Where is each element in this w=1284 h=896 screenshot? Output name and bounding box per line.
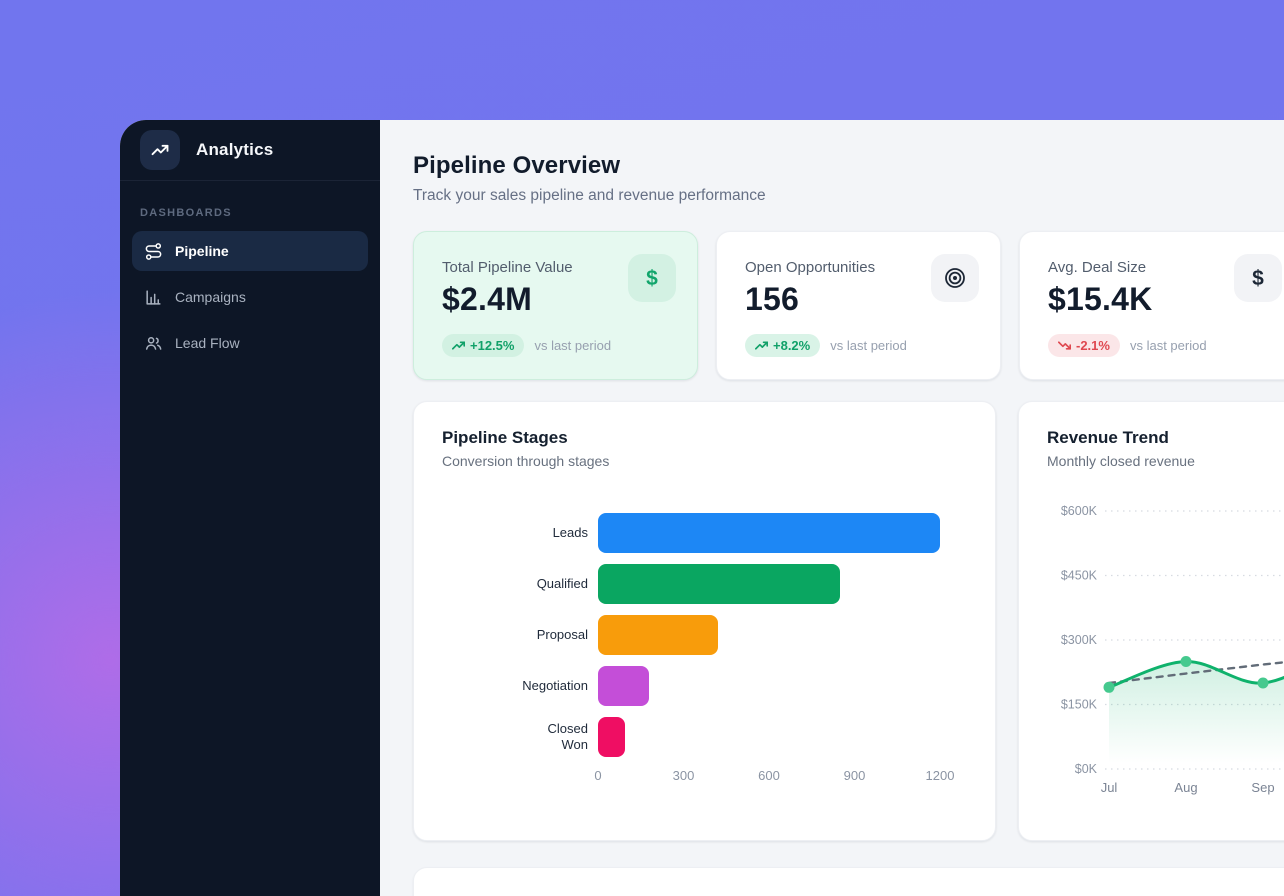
- y-axis-tick-label: $0K: [1075, 762, 1098, 776]
- stat-card-total-pipeline-value: Total Pipeline Value $2.4M +12.5% vs las…: [413, 231, 698, 380]
- bar-category-label: Closed Won: [518, 721, 588, 754]
- x-axis-tick: 900: [844, 768, 866, 783]
- bar-chart-icon: [144, 288, 163, 307]
- x-axis-tick: 1200: [926, 768, 955, 783]
- bar-negotiation: [598, 666, 649, 706]
- sidebar-nav: DASHBOARDS Pipeline Campaigns: [120, 181, 380, 363]
- bar-category-label: Proposal: [518, 627, 588, 643]
- bar-row: Negotiation: [518, 666, 967, 706]
- trending-down-icon: [1058, 340, 1071, 351]
- sidebar-item-pipeline[interactable]: Pipeline: [132, 231, 368, 271]
- bar-row: Leads: [518, 513, 967, 553]
- x-axis-tick: 0: [594, 768, 601, 783]
- bottom-card-partial: [413, 867, 1284, 896]
- stat-card-avg-deal-size: Avg. Deal Size $15.4K -2.1% vs last peri…: [1019, 231, 1284, 380]
- dollar-icon: $: [1234, 254, 1282, 302]
- page-subtitle: Track your sales pipeline and revenue pe…: [413, 187, 1284, 205]
- change-badge: -2.1%: [1048, 334, 1120, 357]
- y-axis-tick-label: $450K: [1061, 569, 1098, 583]
- charts-row: Pipeline Stages Conversion through stage…: [413, 401, 1284, 841]
- x-axis-month-label: Aug: [1174, 780, 1197, 795]
- area-fill: [1109, 649, 1284, 769]
- bar-category-label: Qualified: [518, 576, 588, 592]
- nav-section-label: DASHBOARDS: [132, 191, 368, 231]
- bar-proposal: [598, 615, 718, 655]
- chart-subtitle: Conversion through stages: [442, 453, 967, 469]
- y-axis-tick-label: $600K: [1061, 504, 1098, 518]
- trending-up-icon: [140, 130, 180, 170]
- bar-qualified: [598, 564, 840, 604]
- stat-cards-row: Total Pipeline Value $2.4M +12.5% vs las…: [413, 231, 1284, 380]
- change-badge: +8.2%: [745, 334, 820, 357]
- y-axis-tick-label: $300K: [1061, 633, 1098, 647]
- bar-row: Closed Won: [518, 717, 967, 757]
- x-axis-month-label: Jul: [1101, 780, 1118, 795]
- pipeline-stages-card: Pipeline Stages Conversion through stage…: [413, 401, 996, 841]
- bar-row: Qualified: [518, 564, 967, 604]
- bar-chart-x-axis: 03006009001200: [598, 768, 940, 786]
- data-point: [1104, 682, 1115, 693]
- app-title: Analytics: [196, 140, 273, 160]
- compare-label: vs last period: [1130, 338, 1207, 353]
- compare-label: vs last period: [534, 338, 611, 353]
- sidebar-item-label: Pipeline: [175, 243, 229, 259]
- data-point: [1258, 678, 1269, 689]
- bar-leads: [598, 513, 940, 553]
- compare-label: vs last period: [830, 338, 907, 353]
- pipeline-stages-bar-chart: Leads Qualified Proposal Negotiation Closed …: [518, 513, 967, 786]
- sidebar-item-label: Campaigns: [175, 289, 246, 305]
- trending-up-icon: [452, 340, 465, 351]
- stat-card-open-opportunities: Open Opportunities 156 +8.2% vs last per…: [716, 231, 1001, 380]
- x-axis-month-label: Sep: [1251, 780, 1274, 795]
- sidebar-header: Analytics: [120, 120, 380, 181]
- users-icon: [144, 334, 163, 353]
- chart-title: Revenue Trend: [1047, 428, 1284, 448]
- sidebar: Analytics DASHBOARDS Pipeline: [120, 120, 380, 896]
- y-axis-tick-label: $150K: [1061, 698, 1098, 712]
- page-title: Pipeline Overview: [413, 152, 1284, 180]
- bar-closed-won: [598, 717, 625, 757]
- chart-subtitle: Monthly closed revenue: [1047, 453, 1284, 469]
- bar-row: Proposal: [518, 615, 967, 655]
- main-content: Pipeline Overview Track your sales pipel…: [380, 120, 1284, 896]
- revenue-trend-card: Revenue Trend Monthly closed revenue $60…: [1018, 401, 1284, 841]
- chart-title: Pipeline Stages: [442, 428, 967, 448]
- target-icon: [931, 254, 979, 302]
- sidebar-item-lead-flow[interactable]: Lead Flow: [132, 323, 368, 363]
- app-window: Analytics DASHBOARDS Pipeline: [120, 120, 1284, 896]
- bar-category-label: Negotiation: [518, 678, 588, 694]
- bar-category-label: Leads: [518, 525, 588, 541]
- dollar-icon: $: [628, 254, 676, 302]
- route-icon: [144, 242, 163, 261]
- data-point: [1181, 656, 1192, 667]
- sidebar-item-campaigns[interactable]: Campaigns: [132, 277, 368, 317]
- x-axis-tick: 300: [673, 768, 695, 783]
- trending-up-icon: [755, 340, 768, 351]
- sidebar-item-label: Lead Flow: [175, 335, 240, 351]
- change-badge: +12.5%: [442, 334, 524, 357]
- x-axis-tick: 600: [758, 768, 780, 783]
- revenue-trend-line-chart: $600K $450K $300K $150K $0KJul Aug Sep: [1047, 481, 1284, 803]
